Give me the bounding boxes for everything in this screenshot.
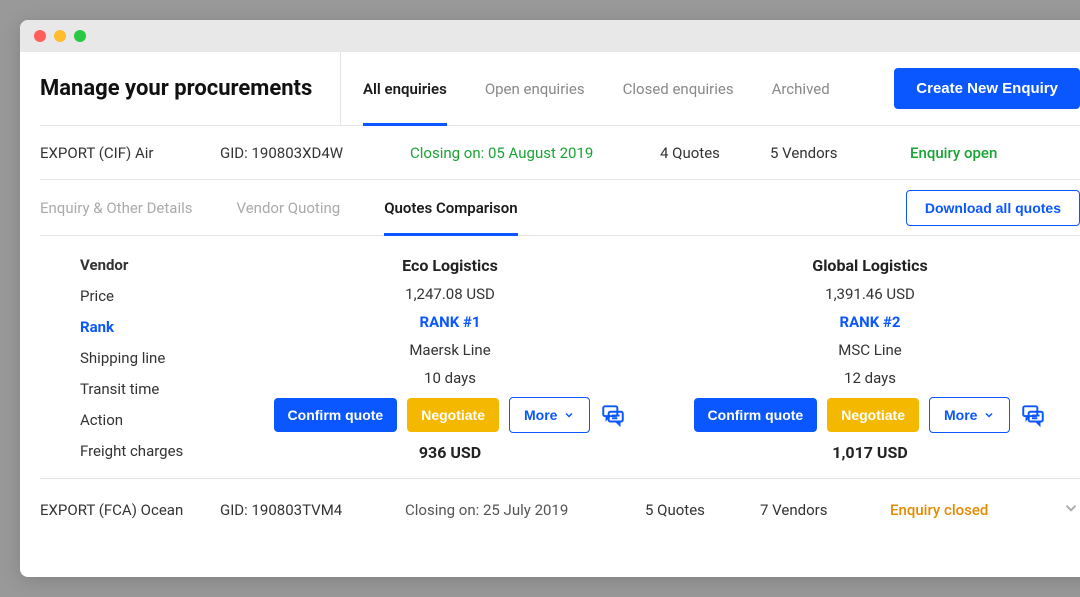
label-rank: Rank [80,318,240,336]
vendor-price: 1,391.46 USD [825,285,915,303]
label-vendor: Vendor [80,256,240,274]
vendor-name: Eco Logistics [402,256,498,275]
enquiry-type: EXPORT (CIF) Air [40,144,180,162]
confirm-quote-button[interactable]: Confirm quote [694,398,818,432]
enquiry-row-closed[interactable]: EXPORT (FCA) Ocean GID: 190803TVM4 Closi… [40,479,1080,533]
vendor-name: Global Logistics [812,256,927,275]
vendor-rank: RANK #2 [839,313,900,331]
subtabs-row: Enquiry & Other Details Vendor Quoting Q… [40,180,1080,236]
vendor-shipping-line: MSC Line [838,341,901,359]
more-label: More [524,407,557,423]
tab-open-enquiries[interactable]: Open enquiries [485,52,585,125]
enquiry-quotes-count: 5 Quotes [645,501,730,519]
header-row: Manage your procurements All enquiries O… [40,52,1080,126]
quotes-comparison-table: Vendor Price Rank Shipping line Transit … [40,236,1080,479]
chevron-down-icon [563,409,575,421]
enquiry-status: Enquiry closed [890,501,1020,519]
vendor-transit-time: 12 days [844,369,896,387]
chat-icon[interactable] [1020,402,1046,428]
app-window: Manage your procurements All enquiries O… [20,20,1080,577]
negotiate-button[interactable]: Negotiate [407,398,499,432]
more-label: More [944,407,977,423]
confirm-quote-button[interactable]: Confirm quote [274,398,398,432]
vendor-freight: 936 USD [419,443,481,462]
page-title: Manage your procurements [40,76,340,101]
tab-archived[interactable]: Archived [772,52,830,125]
enquiry-vendors-count: 7 Vendors [760,501,860,519]
maximize-window-icon[interactable] [74,30,86,42]
tab-all-enquiries[interactable]: All enquiries [363,52,447,125]
vendor-column-1: Eco Logistics 1,247.08 USD RANK #1 Maers… [240,256,660,462]
minimize-window-icon[interactable] [54,30,66,42]
enquiry-quotes-count: 4 Quotes [660,144,730,162]
enquiry-closing-date: Closing on: 25 July 2019 [405,501,615,519]
comparison-labels: Vendor Price Rank Shipping line Transit … [40,256,240,462]
subtab-enquiry-details[interactable]: Enquiry & Other Details [40,180,192,235]
enquiry-vendors-count: 5 Vendors [770,144,870,162]
label-price: Price [80,287,240,305]
vendor-freight: 1,017 USD [832,443,907,462]
enquiry-gid: GID: 190803TVM4 [220,501,375,519]
close-window-icon[interactable] [34,30,46,42]
enquiry-type: EXPORT (FCA) Ocean [40,501,190,519]
label-shipping-line: Shipping line [80,349,240,367]
vendor-shipping-line: Maersk Line [409,341,490,359]
vendor-transit-time: 10 days [424,369,476,387]
subtab-vendor-quoting[interactable]: Vendor Quoting [236,180,340,235]
vendor-rank: RANK #1 [419,313,480,331]
enquiry-gid: GID: 190803XD4W [220,144,370,162]
chevron-down-icon [983,409,995,421]
label-freight-charges: Freight charges [80,442,240,460]
more-button[interactable]: More [509,397,590,433]
chat-icon[interactable] [600,402,626,428]
vendor-actions: Confirm quote Negotiate More [694,397,1047,433]
vendor-price: 1,247.08 USD [405,285,495,303]
enquiry-status: Enquiry open [910,144,1040,162]
more-button[interactable]: More [929,397,1010,433]
enquiry-closing-date: Closing on: 05 August 2019 [410,144,620,162]
label-action: Action [80,411,240,429]
negotiate-button[interactable]: Negotiate [827,398,919,432]
chevron-down-icon[interactable] [1050,499,1080,521]
titlebar [20,20,1080,52]
download-all-quotes-button[interactable]: Download all quotes [906,190,1080,226]
create-enquiry-button[interactable]: Create New Enquiry [894,68,1080,109]
subtab-quotes-comparison[interactable]: Quotes Comparison [384,180,517,235]
content-area: Manage your procurements All enquiries O… [20,52,1080,553]
vendor-column-2: Global Logistics 1,391.46 USD RANK #2 MS… [660,256,1080,462]
vendor-actions: Confirm quote Negotiate More [274,397,627,433]
enquiry-row-open[interactable]: EXPORT (CIF) Air GID: 190803XD4W Closing… [40,126,1080,180]
tab-closed-enquiries[interactable]: Closed enquiries [623,52,734,125]
main-tabs: All enquiries Open enquiries Closed enqu… [340,52,894,125]
label-transit-time: Transit time [80,380,240,398]
